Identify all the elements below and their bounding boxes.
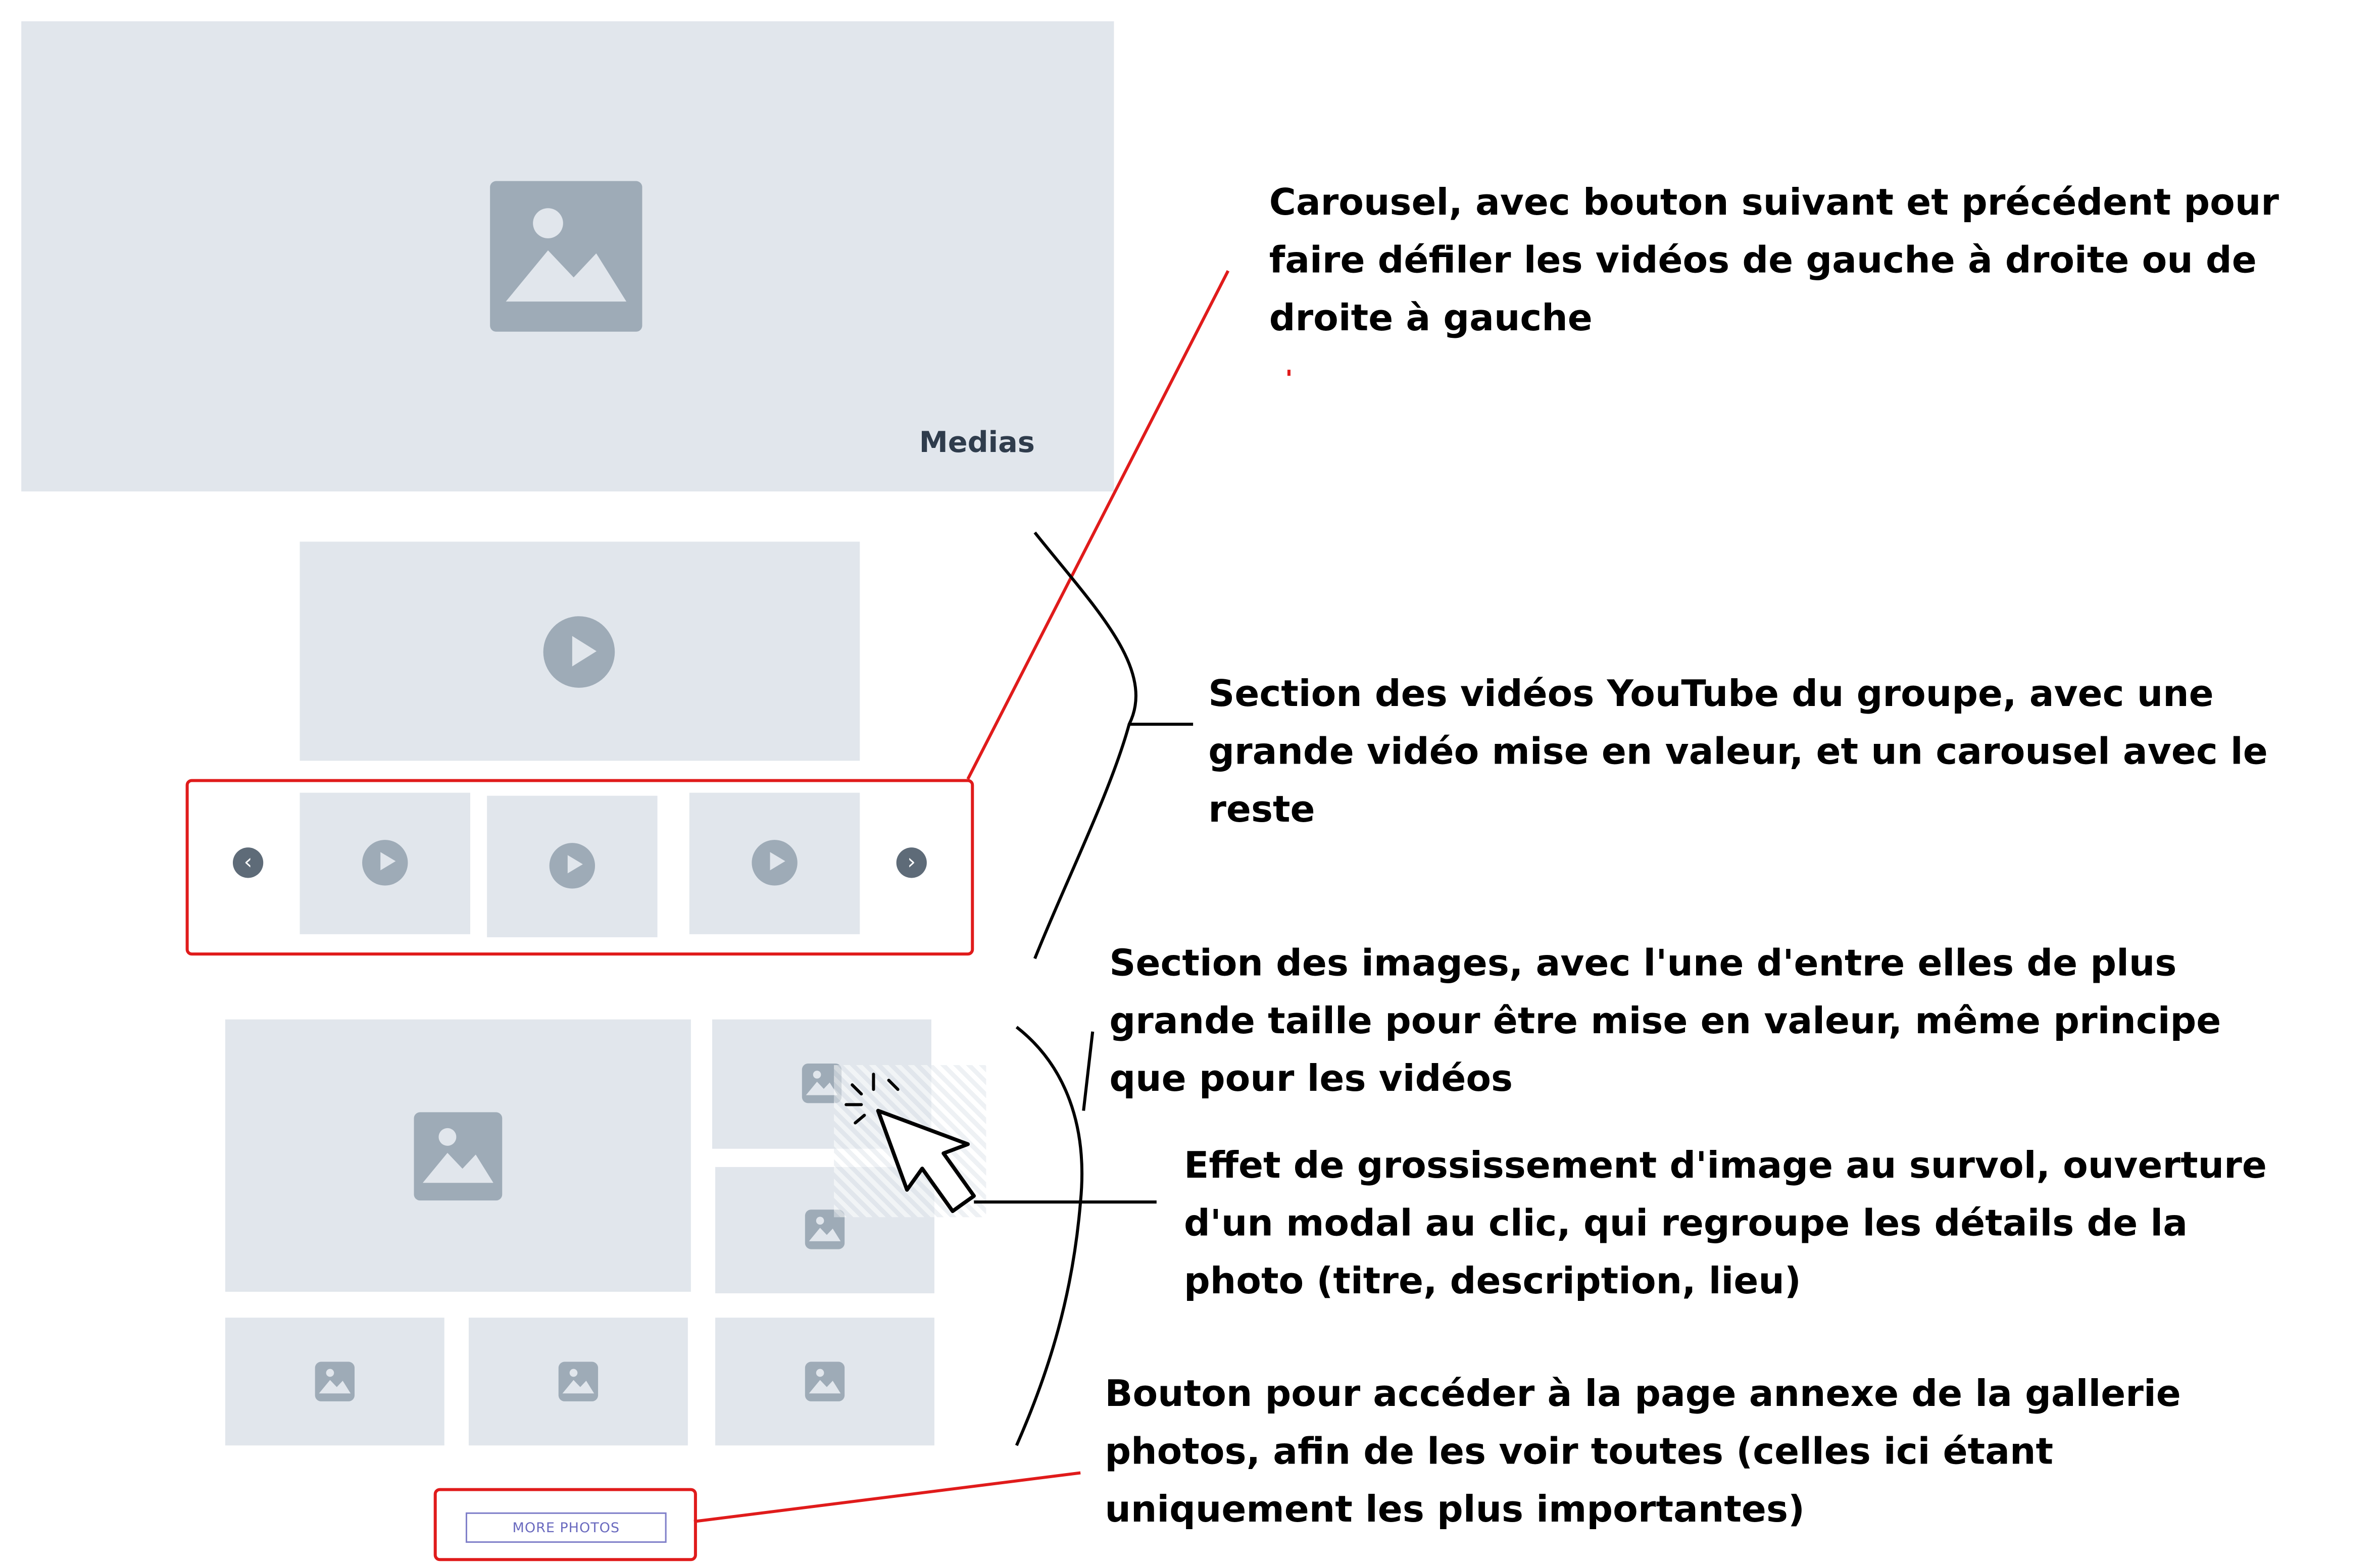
annotation-line: photo (titre, description, lieu) (1184, 1259, 1801, 1303)
annotation-line: Carousel, avec bouton suivant et précéde… (1269, 181, 2279, 224)
annotation-hover: Effet de grossissement d'image au survol… (1184, 1137, 2267, 1310)
annotation-images: Section des images, avec l'une d'entre e… (1109, 934, 2221, 1107)
annotation-line: d'un modal au clic, qui regroupe les dét… (1184, 1202, 2188, 1245)
annotation-line: droite à gauche (1269, 296, 1593, 339)
cursor-arrow-icon (876, 1108, 976, 1214)
annotation-line: Effet de grossissement d'image au survol… (1184, 1144, 2267, 1187)
annotation-line: grande taille pour être mise en valeur, … (1109, 999, 2221, 1042)
annotation-button: Bouton pour accéder à la page annexe de … (1105, 1365, 2180, 1538)
annotation-line: photos, afin de les voir toutes (celles … (1105, 1430, 2054, 1473)
annotation-line: que pour les vidéos (1109, 1057, 1513, 1100)
annotation-line: Section des images, avec l'une d'entre e… (1109, 941, 2177, 985)
annotation-carousel: Carousel, avec bouton suivant et précéde… (1269, 173, 2279, 346)
annotation-line: reste (1208, 788, 1315, 831)
annotation-line: faire défiler les vidéos de gauche à dro… (1269, 239, 2257, 282)
annotation-videos: Section des vidéos YouTube du groupe, av… (1208, 665, 2268, 838)
wireframe-canvas: Medias ‹ › MORE PHOTOS Carousel, avec bo… (0, 0, 2380, 1564)
annotation-line: Bouton pour accéder à la page annexe de … (1105, 1372, 2181, 1415)
annotation-line: Section des vidéos YouTube du groupe, av… (1208, 672, 2214, 716)
annotation-line: uniquement les plus importantes) (1105, 1488, 1805, 1531)
annotation-line: grande vidéo mise en valeur, et un carou… (1208, 730, 2268, 773)
